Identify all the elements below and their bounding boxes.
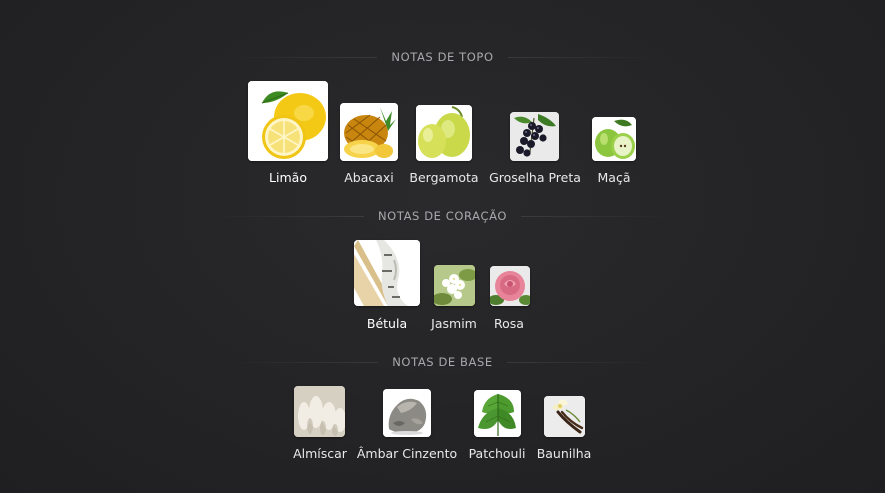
note-label: Limão <box>269 170 307 185</box>
rose-icon <box>490 266 530 306</box>
note-label: Âmbar Cinzento <box>356 446 458 461</box>
lemon-icon <box>248 81 328 161</box>
jasmine-icon <box>434 265 475 306</box>
divider-line <box>506 361 657 363</box>
blackcurrant-icon <box>510 112 559 161</box>
vanilla-icon <box>544 396 585 437</box>
note-label: Abacaxi <box>344 170 394 185</box>
note-label: Groselha Preta <box>489 170 581 185</box>
musk-icon <box>294 386 345 437</box>
divider-line <box>213 215 364 217</box>
section-title-text: NOTAS DE CORAÇÃO <box>377 209 507 223</box>
note-label: Rosa <box>494 316 524 331</box>
apple-icon <box>592 117 636 161</box>
note-label: Almíscar <box>293 446 347 461</box>
note-label: Bétula <box>366 316 408 331</box>
note-label: Bergamota <box>409 170 479 185</box>
section-title-heart-notes: NOTAS DE CORAÇÃO <box>0 209 885 223</box>
divider-line <box>507 56 658 58</box>
note-label: Maçã <box>597 170 631 185</box>
note-label: Baunilha <box>536 446 592 461</box>
section-title-top-notes: NOTAS DE TOPO <box>0 50 885 64</box>
section-title-text: NOTAS DE TOPO <box>391 50 494 64</box>
divider-line <box>521 215 671 217</box>
note-label: Patchouli <box>468 446 526 461</box>
section-title-text: NOTAS DE BASE <box>392 355 493 369</box>
pineapple-icon <box>340 103 398 161</box>
section-title-base-notes: NOTAS DE BASE <box>0 355 885 369</box>
divider-line <box>228 361 379 363</box>
patchouli-icon <box>474 390 521 437</box>
ambergris-icon <box>383 389 431 437</box>
divider-line <box>227 56 378 58</box>
bergamot-icon <box>416 105 472 161</box>
birch-icon <box>354 240 420 306</box>
fragrance-pyramid: NOTAS DE TOPO Limão Abacaxi Bergamota Gr… <box>0 0 885 493</box>
note-label: Jasmim <box>431 316 477 331</box>
